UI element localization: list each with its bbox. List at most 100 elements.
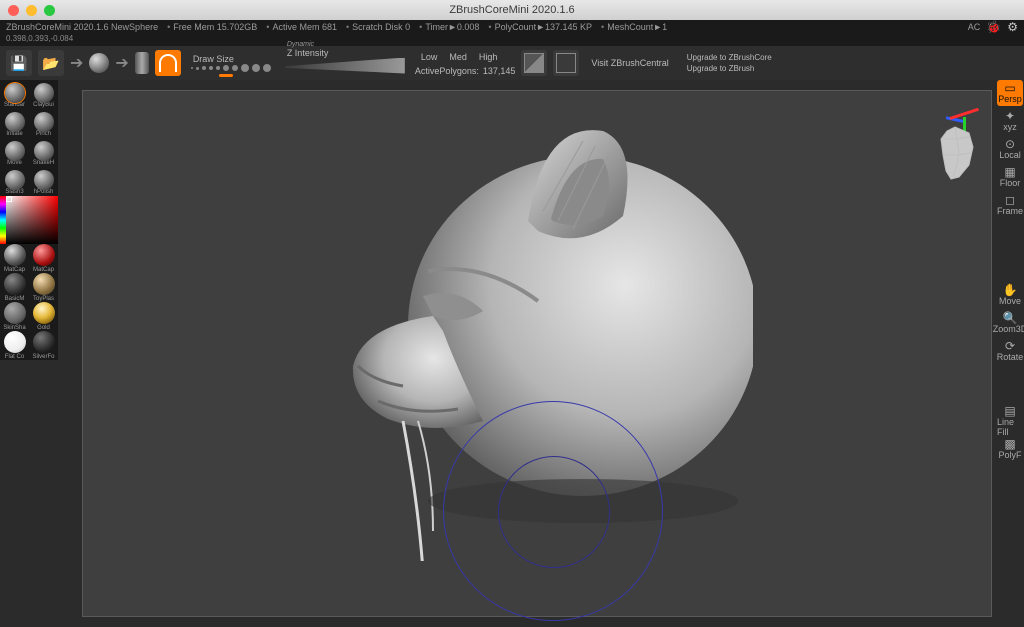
- brush-ball-icon: [5, 141, 25, 161]
- zoom-view-button[interactable]: 🔍Zoom3D: [997, 310, 1023, 336]
- res-med-button[interactable]: Med: [443, 50, 473, 64]
- material-palette: MatCapMatCapBasicMToyPlasSkinShaGold Flat…: [0, 244, 58, 360]
- z-intensity-slider[interactable]: [285, 58, 405, 74]
- material-skinsha[interactable]: SkinSha: [0, 302, 29, 331]
- upgrade-core-link[interactable]: Upgrade to ZBrushCore: [687, 53, 772, 62]
- free-mem: Free Mem 15.702GB: [164, 22, 257, 32]
- polyf-button[interactable]: ▩PolyF: [997, 436, 1023, 462]
- arrow-separator-icon: ➔: [115, 53, 128, 73]
- move-view-button[interactable]: ✋Move: [997, 282, 1023, 308]
- minimize-window-button[interactable]: [26, 5, 37, 16]
- timer: Timer►0.008: [416, 22, 479, 32]
- material-matcap[interactable]: MatCap: [0, 244, 29, 273]
- bug-icon[interactable]: 🐞: [986, 20, 1001, 34]
- brush-move[interactable]: Move: [0, 138, 29, 167]
- brush-inflate[interactable]: Inflate: [0, 109, 29, 138]
- res-low-button[interactable]: Low: [415, 50, 444, 64]
- brush-pinch[interactable]: Pinch: [29, 109, 58, 138]
- local-icon: ⊙: [1005, 138, 1015, 150]
- linefill-icon: ▤: [1004, 405, 1015, 417]
- brush-standar[interactable]: Standar: [0, 80, 29, 109]
- material-label: SilverFo: [32, 354, 54, 360]
- draw-size-label: Draw Size: [193, 54, 275, 64]
- material-orb-icon: [33, 331, 55, 353]
- sphere-primitive-button[interactable]: [89, 53, 109, 73]
- window-title: ZBrushCoreMini 2020.1.6: [449, 4, 574, 16]
- scratch-disk: Scratch Disk 0: [343, 22, 410, 32]
- xyz-button[interactable]: ✦xyz: [997, 108, 1023, 134]
- brush-label: Pinch: [36, 131, 51, 138]
- res-high-button[interactable]: High: [473, 50, 504, 64]
- left-rail: Standar ClayBui Inflate Pinch Move SnakeH Slas…: [0, 80, 58, 360]
- material-flat co[interactable]: Flat Co: [0, 331, 29, 360]
- material-orb-icon: [33, 273, 55, 295]
- ac-indicator: AC: [968, 22, 981, 32]
- brush-snakeh[interactable]: SnakeH: [29, 138, 58, 167]
- gear-icon[interactable]: ⚙: [1007, 20, 1018, 34]
- app-version: ZBrushCoreMini 2020.1.6 NewSphere: [6, 22, 158, 32]
- brush-label: Standar: [4, 102, 25, 109]
- export-3d-button[interactable]: [553, 50, 579, 76]
- brush-cursor-ring: [443, 401, 663, 621]
- symmetry-button[interactable]: [155, 50, 181, 76]
- material-orb-icon: [4, 302, 26, 324]
- brush-ball-icon: [34, 112, 54, 132]
- top-toolbar: 💾 📂 ➔ ➔ Draw Size Dynamic Z Intensity Lo…: [0, 46, 1024, 80]
- polycount: PolyCount►137.145 KP: [485, 22, 592, 32]
- floor-button[interactable]: ▦Floor: [997, 164, 1023, 190]
- right-rail: ▭Persp ✦xyz ⊙Local ▦Floor ◻Frame ✋Move 🔍…: [996, 80, 1024, 462]
- visit-central-link[interactable]: Visit ZBrushCentral: [585, 56, 674, 70]
- brush-hpolish[interactable]: hPolish: [29, 167, 58, 196]
- frame-button[interactable]: ◻Frame: [997, 192, 1023, 218]
- brush-label: Move: [7, 160, 22, 167]
- color-picker[interactable]: [0, 196, 58, 244]
- persp-toggle[interactable]: ▭Persp: [997, 80, 1023, 106]
- active-mem: Active Mem 681: [263, 22, 337, 32]
- window-titlebar: ZBrushCoreMini 2020.1.6: [0, 0, 1024, 20]
- symmetry-icon: [159, 54, 177, 72]
- local-button[interactable]: ⊙Local: [997, 136, 1023, 162]
- material-orb-icon: [33, 302, 55, 324]
- brush-label: SnakeH: [33, 160, 54, 167]
- draw-size-slider[interactable]: [191, 64, 271, 72]
- brush-ball-icon: [5, 112, 25, 132]
- material-basicm[interactable]: BasicM: [0, 273, 29, 302]
- material-matcap[interactable]: MatCap: [29, 244, 58, 273]
- brush-label: ClayBui: [33, 102, 54, 109]
- perspective-icon: ▭: [1004, 82, 1015, 94]
- brush-ball-icon: [5, 170, 25, 190]
- material-orb-icon: [4, 331, 26, 353]
- linefill-button[interactable]: ▤Line Fill: [997, 408, 1023, 434]
- rotate-view-button[interactable]: ⟳Rotate: [997, 338, 1023, 364]
- material-orb-icon: [33, 244, 55, 266]
- material-silverfo[interactable]: SilverFo: [29, 331, 58, 360]
- close-window-button[interactable]: [8, 5, 19, 16]
- brush-claybui[interactable]: ClayBui: [29, 80, 58, 109]
- material-orb-icon: [4, 273, 26, 295]
- brush-ball-icon: [5, 83, 25, 103]
- active-polygons-value: 137,145: [483, 66, 516, 76]
- open-button[interactable]: 📂: [38, 50, 64, 76]
- meshcount: MeshCount►1: [598, 22, 667, 32]
- brush-slash3[interactable]: Slash3: [0, 167, 29, 196]
- hand-icon: ✋: [1003, 284, 1018, 296]
- material-orb-icon: [4, 244, 26, 266]
- info-bar: ZBrushCoreMini 2020.1.6 NewSphere Free M…: [0, 20, 1024, 34]
- axes-icon: ✦: [1005, 110, 1015, 122]
- navigation-gizmo[interactable]: [919, 99, 981, 181]
- polyframe-icon: ▩: [1004, 438, 1015, 450]
- brush-palette: Standar ClayBui Inflate Pinch Move SnakeH Slas…: [0, 80, 58, 196]
- upgrade-full-link[interactable]: Upgrade to ZBrush: [687, 64, 772, 73]
- floor-icon: ▦: [1004, 166, 1015, 178]
- material-toyplas[interactable]: ToyPlas: [29, 273, 58, 302]
- cylinder-primitive-button[interactable]: [135, 52, 149, 74]
- material-label: Flat Co: [5, 354, 24, 360]
- viewport-canvas[interactable]: [82, 90, 992, 617]
- z-intensity-label: Z Intensity: [287, 48, 409, 58]
- save-button[interactable]: 💾: [6, 50, 32, 76]
- maximize-window-button[interactable]: [44, 5, 55, 16]
- material-gold[interactable]: Gold: [29, 302, 58, 331]
- cursor-coords: 0.398,0.393,-0.084: [0, 34, 1024, 46]
- export-image-button[interactable]: [521, 50, 547, 76]
- dynamic-label: Dynamic: [287, 41, 409, 48]
